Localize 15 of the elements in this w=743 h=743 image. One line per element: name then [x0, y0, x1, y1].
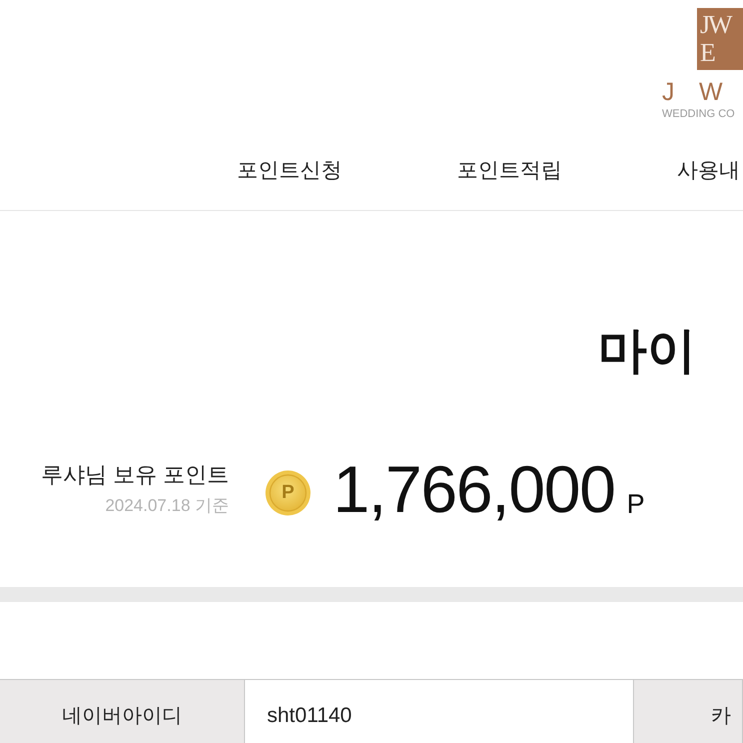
- field-label: 카: [634, 680, 743, 743]
- points-owner-label: 루샤님 보유 포인트: [40, 462, 229, 488]
- nav-link[interactable]: 사용내: [677, 159, 740, 182]
- logo-monogram: JW E: [697, 8, 743, 70]
- coin-label: P: [282, 483, 294, 503]
- points-unit: P: [626, 491, 645, 518]
- field-label: 네이버아이디: [0, 680, 245, 743]
- points-amount: 1,766,000: [333, 456, 615, 522]
- logo-wordmark: J W: [662, 80, 732, 105]
- logo-tagline: WEDDING CO: [662, 109, 735, 120]
- coin-icon: [265, 470, 311, 516]
- as-of-date: 2024.07.18 기준: [105, 496, 229, 516]
- page-title: 마이: [598, 327, 696, 376]
- nav-link[interactable]: 포인트신청: [237, 159, 342, 182]
- nav-link[interactable]: 포인트적립: [457, 159, 562, 182]
